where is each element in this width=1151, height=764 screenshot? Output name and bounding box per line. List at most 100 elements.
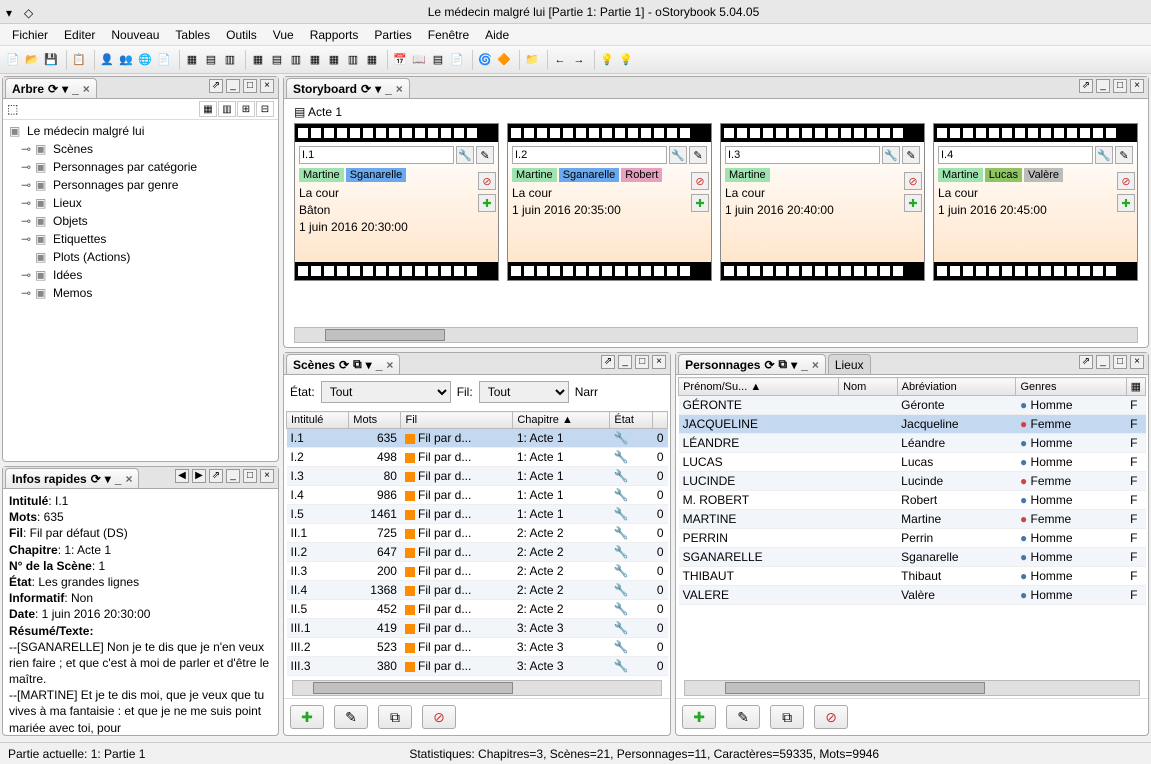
menu-parties[interactable]: Parties xyxy=(366,26,419,44)
toolbar-btn-25[interactable]: ▤ xyxy=(429,51,447,69)
dropdown-icon[interactable]: ▾ xyxy=(105,472,111,486)
toolbar-btn-13[interactable]: ▥ xyxy=(221,51,239,69)
minimize-icon[interactable]: _ xyxy=(385,82,392,96)
copy-button[interactable]: ⧉ xyxy=(770,705,804,729)
close-icon[interactable]: × xyxy=(386,358,393,372)
persons-table[interactable]: Prénom/Su... ▲NomAbréviationGenres▦GÉRON… xyxy=(678,377,1146,605)
toolbar-btn-36[interactable]: 💡 xyxy=(598,51,616,69)
table-row[interactable]: I.380Fil par d...1: Acte 1🔧0 xyxy=(287,467,668,486)
tree-item[interactable]: ⊸▣Etiquettes xyxy=(17,230,276,248)
toolbar-btn-16[interactable]: ▤ xyxy=(268,51,286,69)
panel-close-icon[interactable]: × xyxy=(652,355,666,369)
scenes-table[interactable]: IntituléMotsFilChapitre ▲ÉtatI.1635Fil p… xyxy=(286,411,668,676)
popup-icon[interactable]: ⧉ xyxy=(779,357,788,372)
close-icon[interactable]: × xyxy=(812,358,819,372)
storyboard-scrollbar[interactable] xyxy=(294,327,1138,343)
add-icon[interactable]: ✚ xyxy=(691,194,709,212)
menu-rapports[interactable]: Rapports xyxy=(302,26,367,44)
menu-outils[interactable]: Outils xyxy=(218,26,265,44)
tree-item[interactable]: ⊸▣Memos xyxy=(17,284,276,302)
persons-panel-tab[interactable]: Personnages ⟳ ⧉ ▾ _ × xyxy=(678,354,826,374)
edit-button[interactable]: ✎ xyxy=(334,705,368,729)
panel-close-icon[interactable]: × xyxy=(260,469,274,483)
minimize-icon[interactable]: _ xyxy=(801,358,808,372)
add-icon[interactable]: ✚ xyxy=(904,194,922,212)
table-row[interactable]: VALEREValère● HommeF xyxy=(679,586,1146,605)
scene-title-input[interactable] xyxy=(938,146,1093,164)
edit-icon[interactable]: ✎ xyxy=(476,146,494,164)
tree-item[interactable]: ⊸▣Personnages par genre xyxy=(17,176,276,194)
tree-item[interactable]: ⊸▣Objets xyxy=(17,212,276,230)
panel-close-icon[interactable]: × xyxy=(1130,355,1144,369)
table-row[interactable]: LUCASLucas● HommeF xyxy=(679,453,1146,472)
window-minimize-icon[interactable]: ▾ xyxy=(6,6,18,18)
persons-scrollbar[interactable] xyxy=(684,680,1140,696)
wrench-icon[interactable]: 🔧 xyxy=(669,146,687,164)
scenes-panel-tab[interactable]: Scènes ⟳ ⧉ ▾ _ × xyxy=(286,354,400,374)
table-header[interactable]: Fil xyxy=(401,412,513,429)
table-row[interactable]: MARTINEMartine● FemmeF xyxy=(679,510,1146,529)
toolbar-btn-37[interactable]: 💡 xyxy=(617,51,635,69)
panel-max-icon[interactable]: □ xyxy=(1113,355,1127,369)
tree-item[interactable]: ⊸▣Personnages par catégorie xyxy=(17,158,276,176)
tree-toggle-icon[interactable]: ⊸ xyxy=(21,286,31,300)
tree-toggle-icon[interactable]: ⊸ xyxy=(21,178,31,192)
lieux-panel-tab[interactable]: Lieux xyxy=(828,354,871,374)
dropdown-icon[interactable]: ▾ xyxy=(375,82,381,96)
delete-button[interactable]: ⊘ xyxy=(422,705,456,729)
table-row[interactable]: LUCINDELucinde● FemmeF xyxy=(679,472,1146,491)
delete-button[interactable]: ⊘ xyxy=(814,705,848,729)
add-button[interactable]: ✚ xyxy=(682,705,716,729)
toolbar-btn-7[interactable]: 👥 xyxy=(117,51,135,69)
copy-button[interactable]: ⧉ xyxy=(378,705,412,729)
panel-max-icon[interactable]: □ xyxy=(243,469,257,483)
close-icon[interactable]: × xyxy=(125,472,132,486)
toolbar-btn-2[interactable]: 💾 xyxy=(42,51,60,69)
edit-button[interactable]: ✎ xyxy=(726,705,760,729)
minimize-icon[interactable]: _ xyxy=(376,358,383,372)
toolbar-btn-4[interactable]: 📋 xyxy=(70,51,88,69)
refresh-icon[interactable]: ⟳ xyxy=(361,82,371,96)
tree-toggle-icon[interactable]: ⊸ xyxy=(21,214,31,228)
dropdown-icon[interactable]: ▾ xyxy=(62,82,68,96)
close-icon[interactable]: × xyxy=(83,82,90,96)
table-header[interactable]: Genres xyxy=(1016,378,1126,396)
refresh-icon[interactable]: ⟳ xyxy=(339,358,349,372)
scene-title-input[interactable] xyxy=(512,146,667,164)
panel-min-icon[interactable]: _ xyxy=(1096,79,1110,93)
tree-mode-icon[interactable]: ⬚ xyxy=(7,102,27,116)
wrench-icon[interactable]: 🔧 xyxy=(456,146,474,164)
edit-icon[interactable]: ✎ xyxy=(689,146,707,164)
table-row[interactable]: II.41368Fil par d...2: Acte 2🔧0 xyxy=(287,581,668,600)
table-row[interactable]: I.51461Fil par d...1: Acte 1🔧0 xyxy=(287,505,668,524)
refresh-icon[interactable]: ⟳ xyxy=(91,472,101,486)
add-icon[interactable]: ✚ xyxy=(478,194,496,212)
panel-min-icon[interactable]: _ xyxy=(1096,355,1110,369)
toolbar-btn-26[interactable]: 📄 xyxy=(448,51,466,69)
state-select[interactable]: Tout xyxy=(321,381,451,403)
wrench-icon[interactable]: 🔧 xyxy=(882,146,900,164)
table-row[interactable]: I.4986Fil par d...1: Acte 1🔧0 xyxy=(287,486,668,505)
toolbar-btn-19[interactable]: ▦ xyxy=(325,51,343,69)
table-row[interactable]: SGANARELLESganarelle● HommeF xyxy=(679,548,1146,567)
table-row[interactable]: I.2498Fil par d...1: Acte 1🔧0 xyxy=(287,448,668,467)
menu-fichier[interactable]: Fichier xyxy=(4,26,56,44)
toolbar-btn-6[interactable]: 👤 xyxy=(98,51,116,69)
table-row[interactable]: PERRINPerrin● HommeF xyxy=(679,529,1146,548)
delete-icon[interactable]: ⊘ xyxy=(478,172,496,190)
toolbar-btn-21[interactable]: ▦ xyxy=(363,51,381,69)
panel-min-icon[interactable]: _ xyxy=(618,355,632,369)
add-button[interactable]: ✚ xyxy=(290,705,324,729)
table-row[interactable]: III.1419Fil par d...3: Acte 3🔧0 xyxy=(287,619,668,638)
toolbar-btn-12[interactable]: ▤ xyxy=(202,51,220,69)
minimize-icon[interactable]: _ xyxy=(115,472,122,486)
panel-min-icon[interactable]: _ xyxy=(226,469,240,483)
tree-toggle-icon[interactable]: ⊸ xyxy=(21,160,31,174)
table-header[interactable]: Mots xyxy=(349,412,401,429)
tree-item[interactable]: ▣Plots (Actions) xyxy=(17,248,276,266)
panel-max-icon[interactable]: □ xyxy=(1113,79,1127,93)
panel-min-icon[interactable]: _ xyxy=(226,79,240,93)
minimize-icon[interactable]: _ xyxy=(72,82,79,96)
table-header[interactable]: Chapitre ▲ xyxy=(513,412,610,429)
toolbar-btn-20[interactable]: ▥ xyxy=(344,51,362,69)
